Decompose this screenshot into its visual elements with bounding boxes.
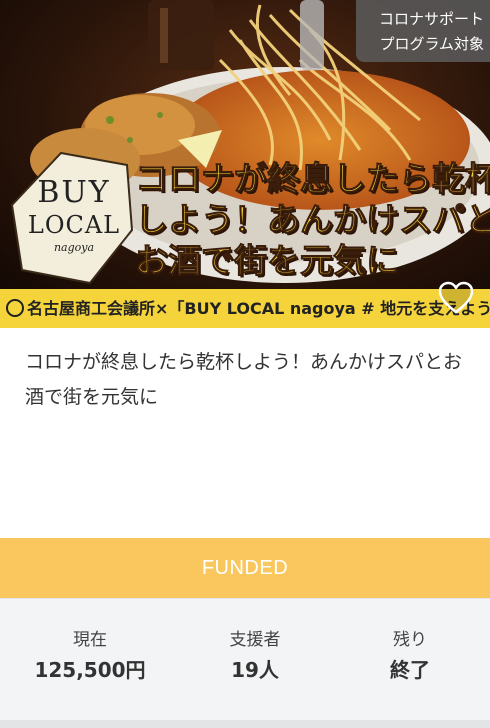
sponsor-strip-text: 名古屋商工会議所×「BUY LOCAL nagoya # 地元を支えよう」 <box>27 299 490 318</box>
logo-text-buy: BUY <box>37 175 111 210</box>
favorite-heart-icon[interactable] <box>438 281 474 315</box>
funded-status-bar: FUNDED <box>0 538 490 598</box>
current-value: 125,500円 <box>34 658 146 682</box>
current-label: 現在 <box>73 630 107 650</box>
headline-line-2: しよう！あんかけスパと <box>135 200 490 240</box>
project-title[interactable]: コロナが終息したら乾杯しよう！あんかけスパとお酒で街を元気に <box>25 345 465 415</box>
remaining-label: 残り <box>393 630 427 650</box>
remaining-value: 終了 <box>390 658 430 682</box>
sponsor-strip: 名古屋商工会議所×「BUY LOCAL nagoya # 地元を支えよう」 <box>0 289 490 328</box>
chamber-seal-icon <box>6 299 24 317</box>
stat-current-amount: 現在 125,500円 <box>20 627 160 687</box>
supporters-label: 支援者 <box>229 630 281 650</box>
project-image[interactable]: コロナサポート プログラム対象 BUY LOCAL nagoya コロナが終息し… <box>0 0 490 328</box>
logo-text-local: LOCAL <box>27 211 121 239</box>
project-card[interactable]: コロナサポート プログラム対象 BUY LOCAL nagoya コロナが終息し… <box>0 0 490 728</box>
card-bottom-edge <box>0 720 490 728</box>
headline-line-3: お酒で街を元気に <box>135 241 400 281</box>
stat-supporters: 支援者 19人 <box>185 627 325 687</box>
logo-text-nagoya: nagoya <box>53 241 95 254</box>
badge-line-1: コロナサポート <box>378 10 484 28</box>
badge-line-2: プログラム対象 <box>379 35 484 53</box>
supporters-value: 19人 <box>231 658 279 682</box>
corona-support-badge: コロナサポート プログラム対象 <box>356 0 490 62</box>
project-stats: 現在 125,500円 支援者 19人 残り 終了 <box>0 598 490 728</box>
headline-line-1: コロナが終息したら乾杯 <box>135 159 490 199</box>
hero-headline: コロナが終息したら乾杯 しよう！あんかけスパと お酒で街を元気に <box>135 158 490 281</box>
buy-local-logo: BUY LOCAL nagoya <box>13 153 135 283</box>
stat-remaining: 残り 終了 <box>340 627 480 687</box>
